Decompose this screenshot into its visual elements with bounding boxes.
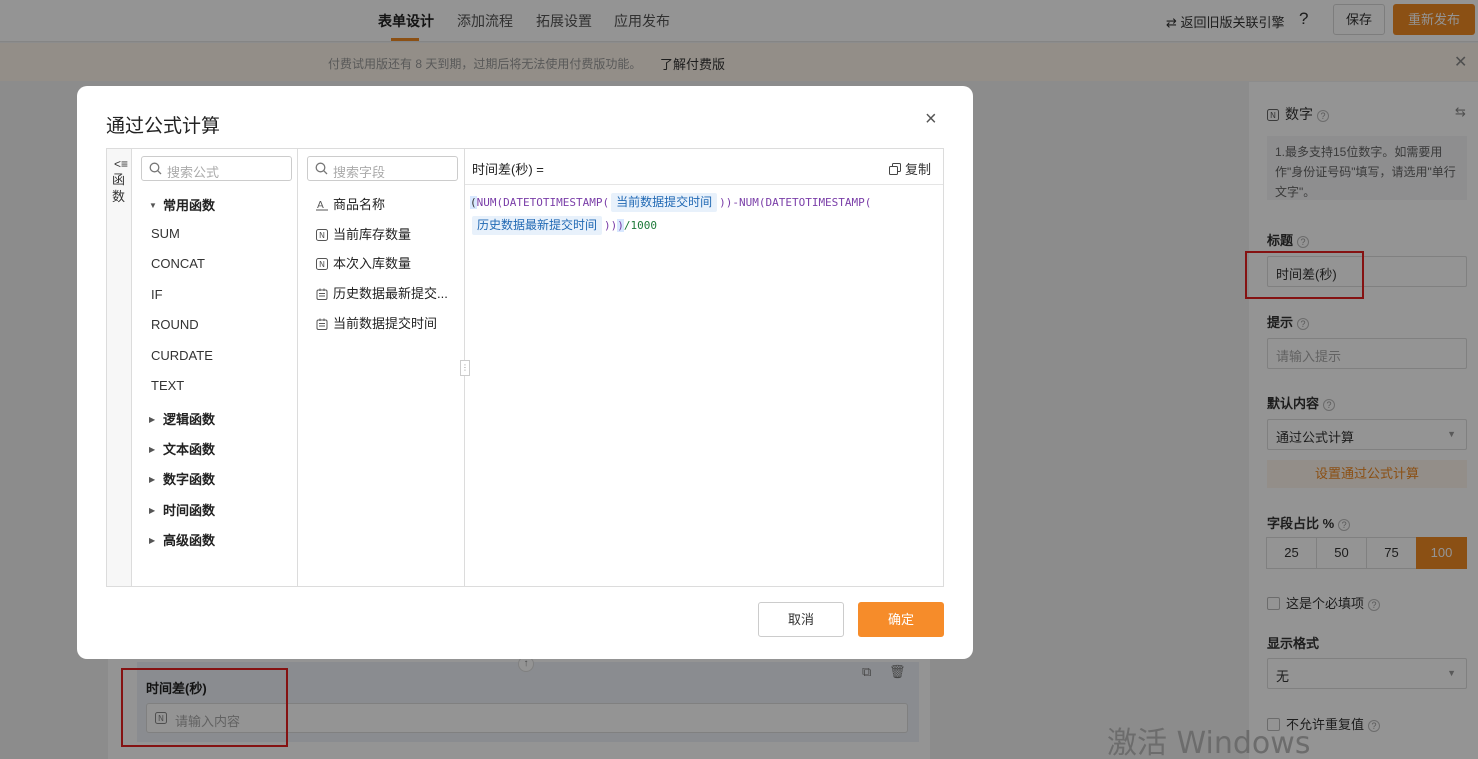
date-field-icon xyxy=(316,288,328,300)
function-group-number[interactable]: ▶ 数字函数 xyxy=(149,469,215,488)
function-side-tab[interactable]: <≡ 函数 xyxy=(107,149,132,586)
formula-field-chip[interactable]: 当前数据提交时间 xyxy=(611,193,718,212)
copy-icon xyxy=(889,163,901,175)
function-item-round[interactable]: ROUND xyxy=(151,317,199,332)
function-item-text[interactable]: TEXT xyxy=(151,378,184,393)
formula-field-chip[interactable]: 历史数据最新提交时间 xyxy=(472,216,603,235)
svg-text:N: N xyxy=(319,260,325,269)
caret-right-icon: ▶ xyxy=(149,475,156,484)
function-list-panel: 搜索公式 ▼ 常用函数 SUM CONCAT IF ROUND CURDATE T… xyxy=(132,149,298,586)
formula-code[interactable]: (NUM(DATETOTIMESTAMP(当前数据提交时间))-NUM(DATE… xyxy=(470,191,938,237)
cancel-button[interactable]: 取消 xyxy=(758,602,844,637)
function-group-time[interactable]: ▶ 时间函数 xyxy=(149,500,215,519)
field-list-panel: 搜索字段 A 商品名称 N 当前库存数量 N 本次入库数量 历史数据最新提交... 当… xyxy=(298,149,465,586)
function-item-if[interactable]: IF xyxy=(151,287,163,302)
formula-function-token: NUM(DATETOTIMESTAMP( xyxy=(476,196,610,209)
function-group-text[interactable]: ▶ 文本函数 xyxy=(149,439,215,458)
function-search-placeholder: 搜索公式 xyxy=(167,165,220,180)
function-item-curdate[interactable]: CURDATE xyxy=(151,348,213,363)
confirm-button[interactable]: 确定 xyxy=(858,602,944,637)
function-group-logic[interactable]: ▶ 逻辑函数 xyxy=(149,409,215,428)
close-icon[interactable]: × xyxy=(925,108,937,131)
function-group-advanced[interactable]: ▶ 高级函数 xyxy=(149,530,215,549)
function-tab-label: 函数 xyxy=(112,172,126,204)
formula-editor[interactable]: 时间差(秒) = 复制 (NUM(DATETOTIMESTAMP(当前数据提交时… xyxy=(465,149,943,586)
formula-target-name: 时间差(秒) = xyxy=(472,162,544,177)
formula-divisor: /1000 xyxy=(623,219,658,232)
formula-close-token: )) xyxy=(604,219,618,232)
formula-dialog: 通过公式计算 × <≡ 函数 搜索公式 ▼ 常用函数 SUM CONCAT IF … xyxy=(77,86,973,659)
function-search-input[interactable]: 搜索公式 xyxy=(141,156,292,181)
function-group-common[interactable]: ▼ 常用函数 xyxy=(149,195,215,214)
formula-editor-body: <≡ 函数 搜索公式 ▼ 常用函数 SUM CONCAT IF ROUND CUR… xyxy=(106,148,944,587)
svg-text:N: N xyxy=(319,231,325,240)
search-icon xyxy=(315,162,328,175)
field-item-current-submit-time[interactable]: 当前数据提交时间 xyxy=(316,313,437,332)
caret-right-icon: ▶ xyxy=(149,445,156,454)
search-icon xyxy=(149,162,162,175)
formula-operator-token: ))- xyxy=(719,196,739,209)
function-item-sum[interactable]: SUM xyxy=(151,226,180,241)
date-field-icon xyxy=(316,318,328,330)
formula-function-token: NUM(DATETOTIMESTAMP( xyxy=(738,196,872,209)
copy-formula-button[interactable]: 复制 xyxy=(889,159,931,178)
caret-right-icon: ▶ xyxy=(149,415,156,424)
number-field-icon: N xyxy=(316,258,328,270)
field-item-current-stock[interactable]: N 当前库存数量 xyxy=(316,224,411,243)
editor-header: 时间差(秒) = 复制 xyxy=(465,149,943,185)
field-search-input[interactable]: 搜索字段 xyxy=(307,156,458,181)
caret-right-icon: ▶ xyxy=(149,536,156,545)
function-item-concat[interactable]: CONCAT xyxy=(151,256,205,271)
text-field-icon: A xyxy=(316,200,328,211)
number-field-icon: N xyxy=(316,229,328,241)
field-item-inbound-qty[interactable]: N 本次入库数量 xyxy=(316,253,411,272)
caret-down-icon: ▼ xyxy=(149,201,157,210)
formula-close-paren: ) xyxy=(617,219,624,232)
caret-right-icon: ▶ xyxy=(149,506,156,515)
dialog-title: 通过公式计算 xyxy=(106,116,221,137)
field-item-history-submit-time[interactable]: 历史数据最新提交... xyxy=(316,283,448,302)
svg-text:A: A xyxy=(317,200,324,211)
formula-open-paren: ( xyxy=(470,196,477,209)
field-item-product-name[interactable]: A 商品名称 xyxy=(316,194,385,213)
field-search-placeholder: 搜索字段 xyxy=(333,165,386,180)
collapse-icon[interactable]: <≡ xyxy=(114,157,128,171)
